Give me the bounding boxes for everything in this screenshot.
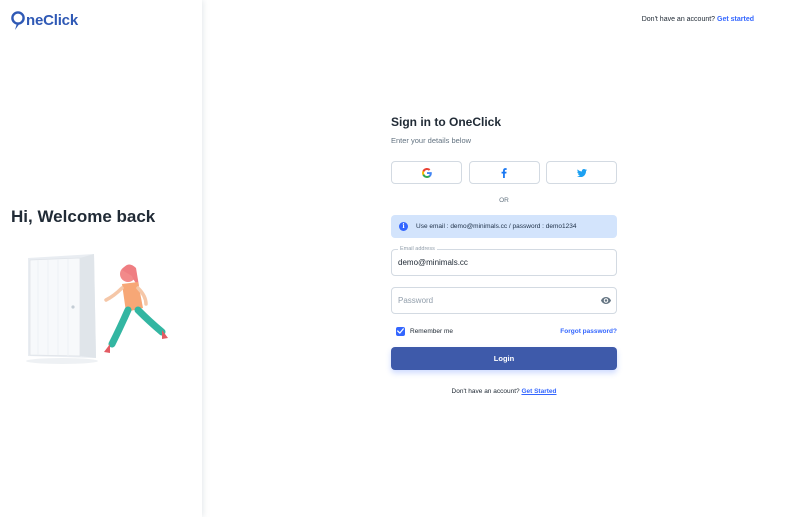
form-subtitle: Enter your details below bbox=[391, 136, 472, 145]
remember-me-checkbox[interactable] bbox=[396, 326, 405, 336]
header-signup: Don't have an account? Get started bbox=[642, 16, 754, 23]
remember-me-label: Remember me bbox=[410, 327, 453, 335]
person-running-out-door-illustration bbox=[26, 254, 168, 364]
email-field: Email address bbox=[391, 246, 617, 276]
left-panel: neClick Hi, Welcome back bbox=[0, 0, 202, 517]
or-divider-label: OR bbox=[493, 197, 515, 204]
checkmark-icon bbox=[397, 328, 404, 334]
get-started-link[interactable]: Get started bbox=[717, 16, 754, 23]
header-signup-prompt: Don't have an account? bbox=[641, 16, 716, 23]
google-login-button[interactable] bbox=[391, 161, 462, 184]
footer-signup: Don't have an account? Get Started bbox=[391, 388, 617, 395]
eye-icon[interactable] bbox=[601, 296, 611, 305]
or-divider: OR bbox=[391, 197, 617, 206]
twitter-login-button[interactable] bbox=[546, 161, 617, 184]
forgot-password-link[interactable]: Forgot password? bbox=[560, 328, 617, 335]
login-button[interactable]: Login bbox=[391, 347, 617, 370]
welcome-title: Hi, Welcome back bbox=[11, 207, 156, 226]
remember-me[interactable]: Remember me bbox=[391, 326, 453, 336]
footer-signup-prompt: Don't have an account? bbox=[451, 388, 520, 395]
facebook-login-button[interactable] bbox=[468, 161, 540, 184]
social-login-row bbox=[391, 161, 617, 184]
demo-credentials-text: Use email : demo@minimals.cc / password … bbox=[416, 223, 577, 230]
google-icon bbox=[421, 167, 432, 178]
facebook-icon bbox=[501, 167, 507, 178]
logo-text: neClick bbox=[26, 11, 78, 29]
login-form: Sign in to OneClick Enter your details b… bbox=[391, 112, 617, 395]
logo-icon bbox=[11, 11, 25, 30]
logo[interactable]: neClick bbox=[11, 9, 78, 31]
password-field bbox=[391, 287, 617, 314]
email-input[interactable] bbox=[398, 250, 593, 275]
twitter-icon bbox=[576, 168, 587, 177]
form-title: Sign in to OneClick bbox=[391, 115, 502, 129]
demo-credentials-alert: i Use email : demo@minimals.cc / passwor… bbox=[391, 215, 617, 238]
info-icon: i bbox=[399, 222, 408, 231]
password-input[interactable] bbox=[398, 288, 593, 313]
footer-get-started-link[interactable]: Get Started bbox=[521, 388, 556, 395]
login-options-row: Remember me Forgot password? bbox=[391, 326, 617, 336]
